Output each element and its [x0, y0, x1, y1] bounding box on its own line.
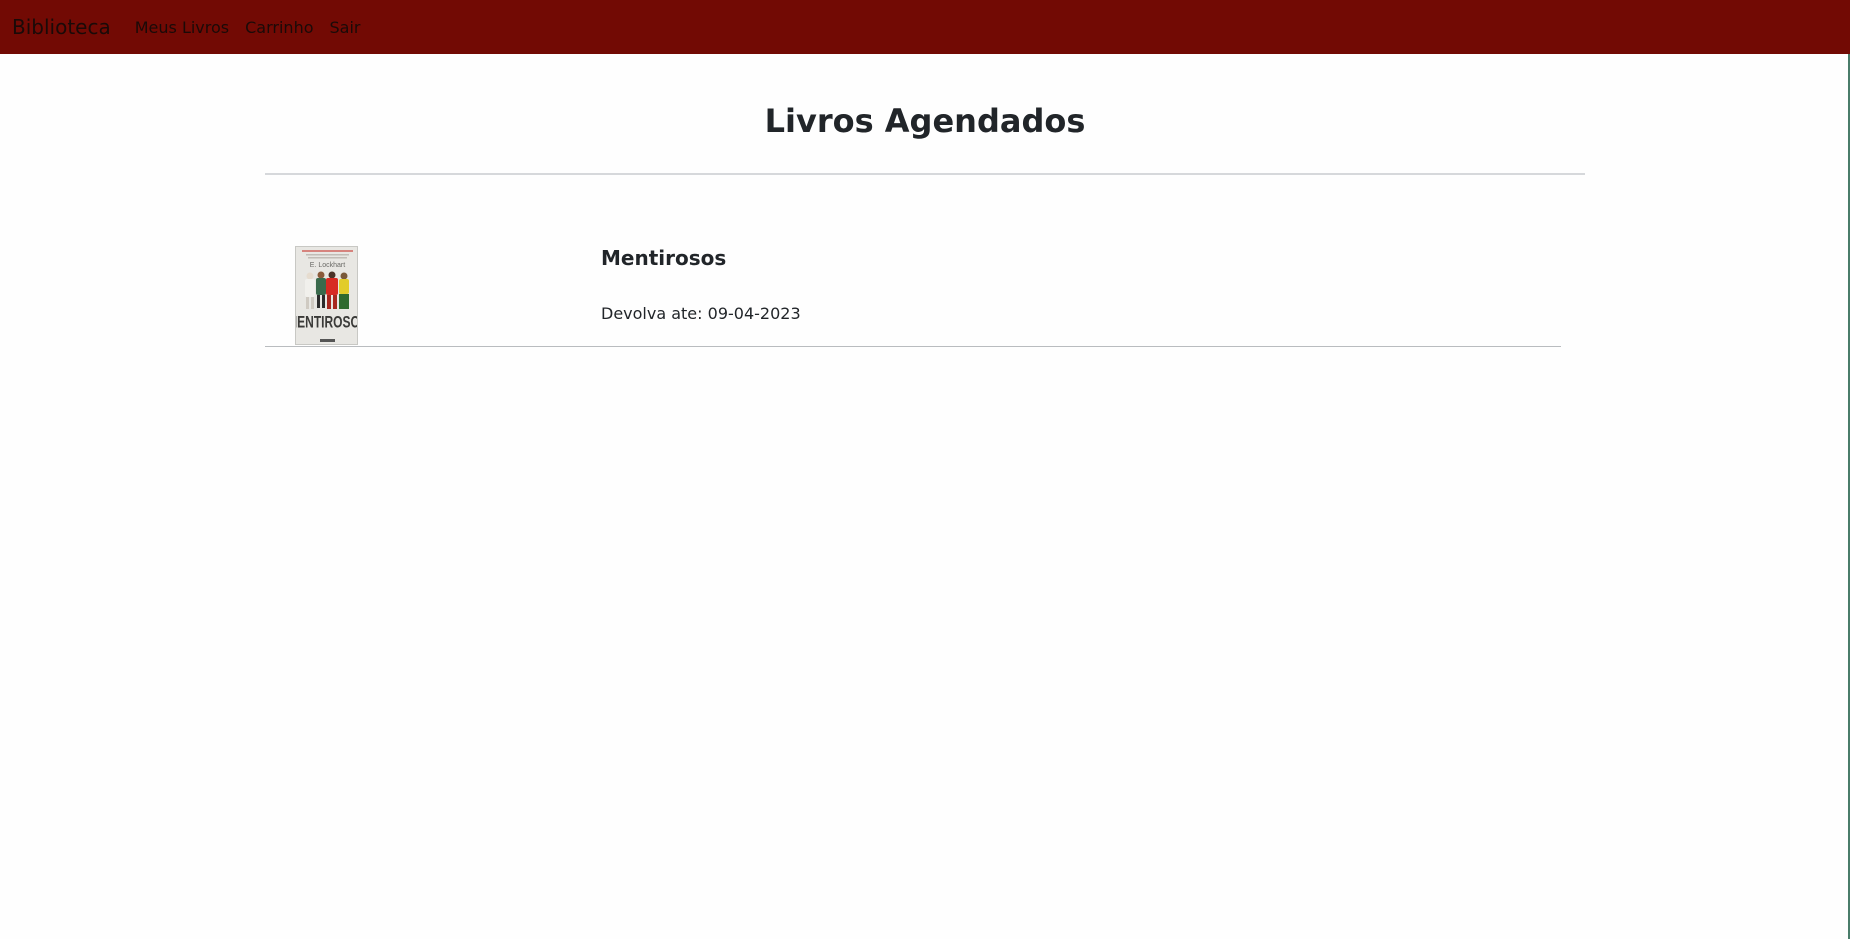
- navbar: Biblioteca Meus Livros Carrinho Sair: [0, 0, 1850, 54]
- brand-link[interactable]: Biblioteca: [12, 15, 111, 39]
- due-label: Devolva ate:: [601, 304, 703, 323]
- book-cover-image[interactable]: E. Lockhart MENTIROSOS: [295, 246, 358, 345]
- nav-link-meus-livros[interactable]: Meus Livros: [135, 18, 229, 37]
- cover-title-text: MENTIROSOS: [296, 314, 358, 332]
- due-date-text: Devolva ate: 09-04-2023: [601, 304, 801, 323]
- page-title: Livros Agendados: [764, 102, 1086, 140]
- cover-author-text: E. Lockhart: [310, 262, 345, 269]
- book-cover-art: E. Lockhart MENTIROSOS: [296, 247, 358, 344]
- title-divider: [265, 173, 1585, 175]
- list-item: E. Lockhart MENTIROSOS: [265, 240, 1561, 347]
- book-title: Mentirosos: [601, 246, 727, 270]
- page: Biblioteca Meus Livros Carrinho Sair Liv…: [0, 0, 1850, 939]
- due-date-value: 09-04-2023: [707, 304, 801, 323]
- nav-link-carrinho[interactable]: Carrinho: [245, 18, 313, 37]
- nav-link-sair[interactable]: Sair: [330, 18, 361, 37]
